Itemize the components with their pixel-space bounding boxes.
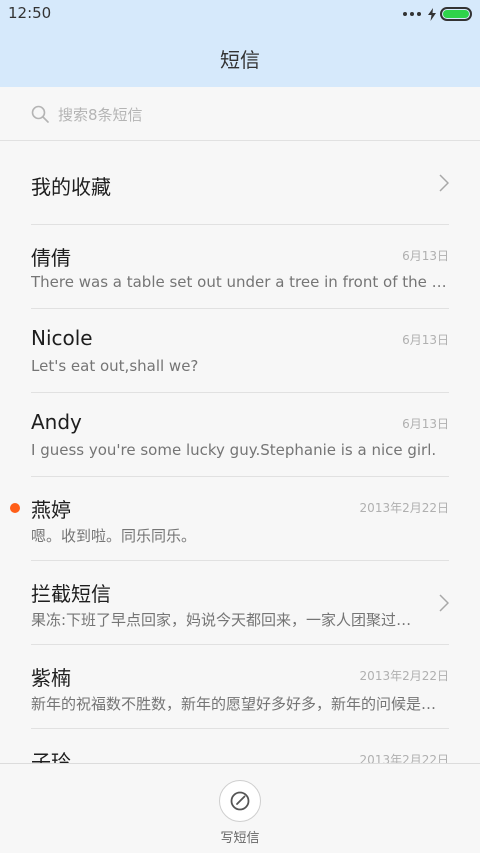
status-bar: 12:50 bbox=[0, 0, 480, 28]
more-dots-icon bbox=[403, 12, 421, 16]
message-date: 2013年2月22日 bbox=[359, 669, 449, 683]
search-input[interactable]: 搜索8条短信 bbox=[58, 104, 143, 125]
app-header: 短信 bbox=[0, 28, 480, 87]
message-date: 6月13日 bbox=[402, 249, 449, 263]
search-bar[interactable]: 搜索8条短信 bbox=[0, 87, 480, 141]
message-preview: 果冻:下班了早点回家，妈说今天都回来，一家人团聚过年吧！ bbox=[31, 611, 426, 629]
contact-name: 倩倩 bbox=[31, 246, 71, 270]
message-list[interactable]: 我的收藏 倩倩 6月13日 There was a table set out … bbox=[0, 141, 480, 763]
search-icon bbox=[31, 105, 49, 123]
conversation-row[interactable]: 子玲 2013年2月22日 bbox=[0, 729, 480, 763]
message-preview: Let's eat out,shall we? bbox=[31, 357, 199, 375]
contact-name: Andy bbox=[31, 410, 82, 434]
contact-name: Nicole bbox=[31, 326, 93, 350]
contact-name: 紫楠 bbox=[31, 666, 71, 690]
blocked-messages-row[interactable]: 拦截短信 果冻:下班了早点回家，妈说今天都回来，一家人团聚过年吧！ bbox=[0, 561, 480, 645]
conversation-row[interactable]: 倩倩 6月13日 There was a table set out under… bbox=[0, 225, 480, 309]
message-preview: 嗯。收到啦。同乐同乐。 bbox=[31, 527, 197, 545]
message-preview: I guess you're some lucky guy.Stephanie … bbox=[31, 441, 437, 459]
compose-label[interactable]: 写短信 bbox=[0, 827, 480, 846]
compose-button[interactable] bbox=[219, 780, 261, 822]
bottom-bar: 写短信 bbox=[0, 763, 480, 853]
message-date: 6月13日 bbox=[402, 333, 449, 347]
favorites-row[interactable]: 我的收藏 bbox=[0, 141, 480, 225]
status-time: 12:50 bbox=[8, 4, 52, 22]
message-preview: 新年的祝福数不胜数，新年的愿望好多好多，新年的问候是我的心意 bbox=[31, 695, 449, 713]
blocked-label: 拦截短信 bbox=[31, 582, 111, 606]
battery-icon bbox=[440, 7, 472, 21]
charging-icon bbox=[428, 7, 436, 21]
conversation-row[interactable]: Nicole 6月13日 Let's eat out,shall we? bbox=[0, 309, 480, 393]
favorites-label: 我的收藏 bbox=[31, 175, 111, 199]
message-preview: There was a table set out under a tree i… bbox=[31, 273, 449, 291]
unread-indicator bbox=[10, 503, 20, 513]
message-date: 2013年2月22日 bbox=[359, 753, 449, 763]
compose-icon bbox=[230, 791, 250, 811]
battery-level bbox=[443, 10, 469, 18]
status-icons bbox=[403, 6, 472, 22]
page-title: 短信 bbox=[220, 48, 260, 72]
conversation-row[interactable]: 燕婷 2013年2月22日 嗯。收到啦。同乐同乐。 bbox=[0, 477, 480, 561]
message-date: 6月13日 bbox=[402, 417, 449, 431]
contact-name: 子玲 bbox=[31, 750, 71, 763]
chevron-right-icon bbox=[439, 594, 449, 612]
conversation-row[interactable]: 紫楠 2013年2月22日 新年的祝福数不胜数，新年的愿望好多好多，新年的问候是… bbox=[0, 645, 480, 729]
conversation-row[interactable]: Andy 6月13日 I guess you're some lucky guy… bbox=[0, 393, 480, 477]
message-date: 2013年2月22日 bbox=[359, 501, 449, 515]
chevron-right-icon bbox=[439, 174, 449, 192]
contact-name: 燕婷 bbox=[31, 498, 71, 522]
